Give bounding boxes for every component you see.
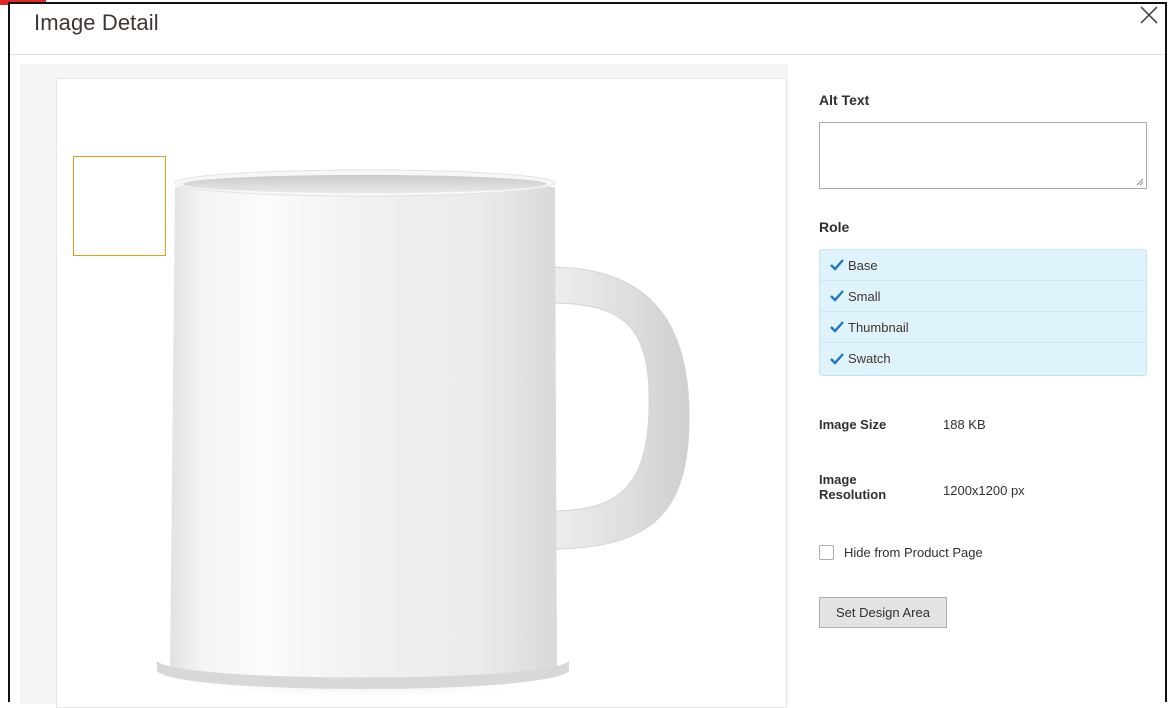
role-option-small[interactable]: Small (820, 281, 1146, 312)
role-option-label: Small (848, 288, 881, 304)
image-size-label: Image Size (819, 417, 887, 432)
image-preview-panel (56, 78, 787, 708)
modal-header: Image Detail (10, 4, 1165, 55)
role-option-label: Swatch (848, 351, 891, 366)
modal-title: Image Detail (34, 10, 159, 35)
hide-from-product-page-label[interactable]: Hide from Product Page (844, 545, 983, 560)
hide-from-product-page-checkbox[interactable] (819, 545, 834, 560)
resize-grip-icon[interactable] (1136, 178, 1144, 186)
design-area-marker[interactable] (73, 156, 166, 256)
image-size-value: 188 KB (943, 417, 986, 432)
checkmark-icon (830, 290, 844, 302)
close-icon[interactable] (1137, 4, 1161, 28)
role-option-label: Thumbnail (848, 319, 909, 335)
checkmark-icon (830, 352, 844, 365)
set-design-area-button[interactable]: Set Design Area (819, 597, 947, 628)
image-detail-sidebar: Alt Text Role Base Small Thumbnail Swatc… (788, 64, 1158, 704)
role-label: Role (819, 219, 850, 235)
role-option-swatch[interactable]: Swatch (820, 343, 1146, 374)
alt-text-label: Alt Text (819, 92, 870, 108)
image-resolution-label: Image Resolution (819, 472, 887, 502)
checkmark-icon (830, 259, 844, 271)
checkmark-icon (830, 321, 844, 333)
mug-image (157, 169, 690, 701)
modal-content: Alt Text Role Base Small Thumbnail Swatc… (20, 64, 1158, 708)
image-detail-modal: Image Detail Alt Text Role Base Small Th… (8, 2, 1167, 708)
alt-text-input[interactable] (819, 122, 1147, 189)
image-resolution-value: 1200x1200 px (943, 483, 1025, 498)
role-list: Base Small Thumbnail Swatch (819, 249, 1147, 376)
role-option-thumbnail[interactable]: Thumbnail (820, 312, 1146, 343)
role-option-label: Base (848, 257, 878, 273)
role-option-base[interactable]: Base (820, 250, 1146, 281)
